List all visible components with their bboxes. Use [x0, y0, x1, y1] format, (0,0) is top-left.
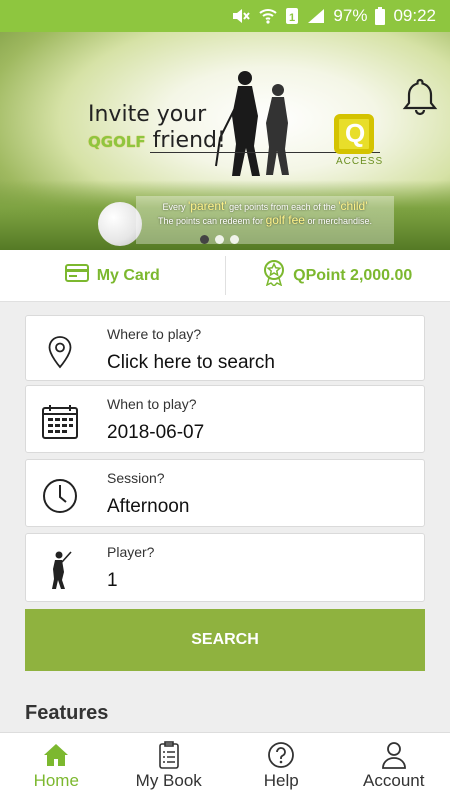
my-card-label: My Card [96, 266, 160, 284]
nav-my-book[interactable]: My Book [113, 733, 226, 800]
clock: 09:22 [393, 6, 436, 25]
mute-icon [231, 8, 251, 24]
nav-help-label: Help [263, 771, 299, 790]
nav-help[interactable]: Help [225, 733, 338, 800]
calendar-icon [38, 400, 82, 444]
search-button[interactable]: SEARCH [25, 609, 425, 671]
banner-headline: Invite your QGOLF friend! [88, 102, 226, 153]
home-icon [43, 739, 69, 771]
card-icon [64, 264, 89, 287]
promo-banner[interactable]: Invite your QGOLF friend! Q ACCESS Every… [0, 32, 450, 250]
sim-icon: 1 [285, 7, 299, 25]
banner-caption: Every 'parent' get points from each of t… [136, 196, 394, 244]
when-to-play-field[interactable]: When to play? 2018-06-07 [25, 385, 425, 453]
carousel-dots[interactable] [200, 235, 239, 244]
clock-icon [38, 474, 82, 518]
svg-text:1: 1 [289, 12, 295, 24]
help-icon [267, 739, 295, 771]
features-heading: Features [25, 702, 109, 724]
access-logo-text: ACCESS [336, 156, 384, 167]
carousel-dot[interactable] [200, 235, 209, 244]
where-to-play-field[interactable]: Where to play? Click here to search [25, 315, 425, 381]
status-bar: 1 97% 09:22 [0, 0, 450, 32]
golfer-icon [38, 548, 82, 592]
clipboard-icon [158, 739, 179, 771]
location-pin-icon [38, 330, 82, 374]
qgolf-brand: QGOLF [88, 133, 146, 151]
bottom-navigation: Home My Book Help Account [0, 732, 450, 800]
battery-percent: 97% [333, 6, 368, 25]
session-value: Afternoon [107, 496, 190, 517]
battery-icon [375, 7, 386, 25]
where-label: Where to play? [107, 326, 202, 342]
qpoint-label: QPoint 2,000.00 [293, 266, 413, 284]
nav-account[interactable]: Account [338, 733, 450, 800]
wifi-icon [259, 8, 278, 24]
player-field[interactable]: Player? 1 [25, 533, 425, 602]
carousel-dot[interactable] [230, 235, 239, 244]
card-bar: My Card QPoint 2,000.00 [0, 250, 450, 302]
session-field[interactable]: Session? Afternoon [25, 459, 425, 527]
nav-home[interactable]: Home [0, 733, 113, 800]
carousel-dot[interactable] [215, 235, 224, 244]
player-label: Player? [107, 544, 155, 560]
my-card-button[interactable]: My Card [0, 250, 225, 301]
bell-icon[interactable] [398, 74, 442, 118]
user-icon [381, 739, 407, 771]
player-value: 1 [107, 570, 118, 591]
nav-home-label: Home [33, 771, 79, 790]
medal-icon [263, 260, 285, 291]
nav-account-label: Account [363, 771, 425, 790]
q-logo-letter: Q [345, 118, 366, 148]
nav-my-book-label: My Book [135, 771, 202, 790]
session-label: Session? [107, 470, 165, 486]
where-value: Click here to search [107, 352, 275, 373]
signal-icon [307, 8, 325, 24]
when-label: When to play? [107, 396, 197, 412]
qpoint-button[interactable]: QPoint 2,000.00 [226, 250, 450, 301]
when-value: 2018-06-07 [107, 422, 205, 443]
